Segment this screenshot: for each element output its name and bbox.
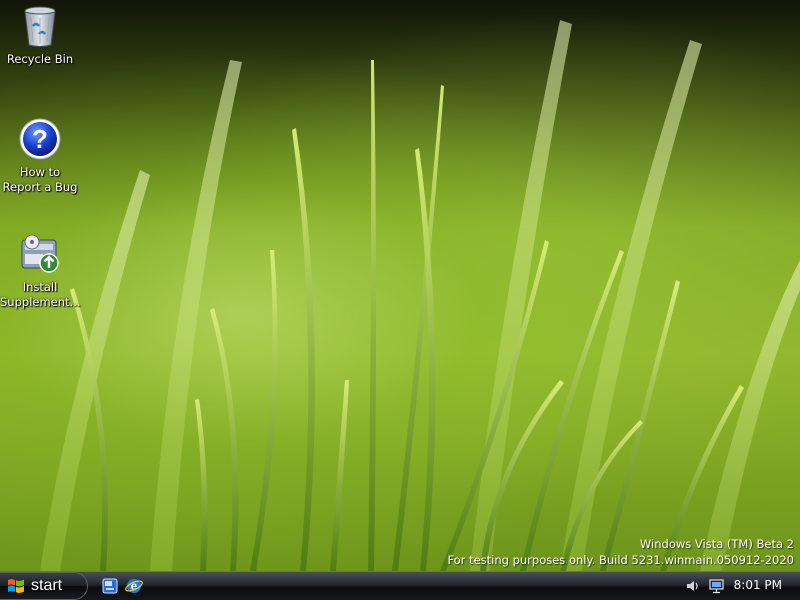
taskbar: start e 8:01 PM <box>0 571 800 600</box>
network-icon[interactable] <box>708 577 726 595</box>
desktop-icon-install-supplement[interactable]: Install Supplement... <box>0 232 81 310</box>
system-tray: 8:01 PM <box>680 572 800 600</box>
watermark-line-1: Windows Vista (TM) Beta 2 <box>639 537 794 551</box>
desktop-wallpaper <box>0 0 800 571</box>
desktop-icon-label: How to Report a Bug <box>2 165 78 194</box>
desktop-icon-report-bug[interactable]: ? How to Report a Bug <box>0 117 80 195</box>
desktop-icon-label: Install Supplement... <box>0 280 81 309</box>
show-desktop-icon[interactable] <box>101 577 119 595</box>
grass-wallpaper-art <box>40 20 800 571</box>
windows-logo-icon <box>8 579 24 593</box>
start-label: start <box>31 577 63 594</box>
installer-icon <box>18 232 62 276</box>
start-button[interactable]: start <box>0 572 88 600</box>
desktop-icon-label: Recycle Bin <box>6 52 74 66</box>
volume-icon[interactable] <box>684 577 702 595</box>
internet-explorer-icon[interactable]: e <box>125 577 143 595</box>
recycle-bin-icon <box>18 4 62 48</box>
clock[interactable]: 8:01 PM <box>734 578 782 592</box>
build-watermark: Windows Vista (TM) Beta 2 For testing pu… <box>447 536 794 568</box>
watermark-line-2: For testing purposes only. Build 5231.wi… <box>447 553 794 567</box>
svg-text:?: ? <box>32 124 48 154</box>
question-help-icon: ? <box>18 117 62 161</box>
desktop-icon-recycle-bin[interactable]: Recycle Bin <box>0 4 80 67</box>
